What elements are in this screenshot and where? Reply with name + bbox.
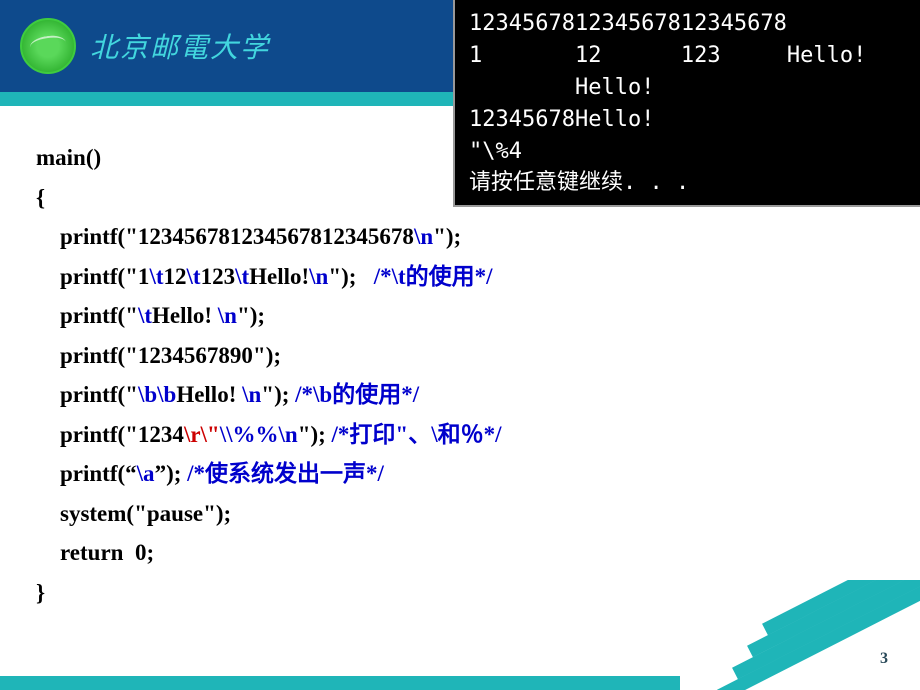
university-logo-icon [20,18,76,74]
footer-bar [0,676,680,690]
header-bar: 北京邮電大学 [0,0,453,92]
code-line: printf("1\t12\t123\tHello!\n"); /*\t的使用*… [36,257,501,297]
code-line: system("pause"); [36,494,501,534]
code-line: main() [36,138,501,178]
console-line: "\%4 [469,136,906,168]
code-line: printf(“\a”); /*使系统发出一声*/ [36,454,501,494]
console-line: 123456781234567812345678 [469,8,906,40]
decorative-stripes [660,580,920,690]
code-line: printf("\b\bHello! \n"); /*\b的使用*/ [36,375,501,415]
code-comment: /*\t的使用*/ [374,264,493,289]
console-output: 123456781234567812345678 1 12 123 Hello!… [453,0,920,207]
code-comment: /*使系统发出一声*/ [187,461,384,486]
university-name: 北京邮電大学 [90,26,270,66]
console-line: 12345678Hello! [469,104,906,136]
console-line: 请按任意键继续. . . [469,167,906,199]
code-line: printf("123456781234567812345678\n"); [36,217,501,257]
code-line: printf("1234567890"); [36,336,501,376]
code-line: } [36,573,501,613]
code-line: { [36,178,501,218]
code-line: printf("\tHello! \n"); [36,296,501,336]
code-comment: /*打印"、\和％*/ [332,422,502,447]
code-line: return 0; [36,533,501,573]
console-line: 1 12 123 Hello! [469,40,906,72]
header-underline [0,92,453,106]
code-comment: /*\b的使用*/ [295,382,419,407]
code-line: printf("1234\r\"\\%%\n"); /*打印"、\和％*/ [36,415,501,455]
code-block: main() { printf("12345678123456781234567… [36,138,501,613]
console-line: Hello! [469,72,906,104]
